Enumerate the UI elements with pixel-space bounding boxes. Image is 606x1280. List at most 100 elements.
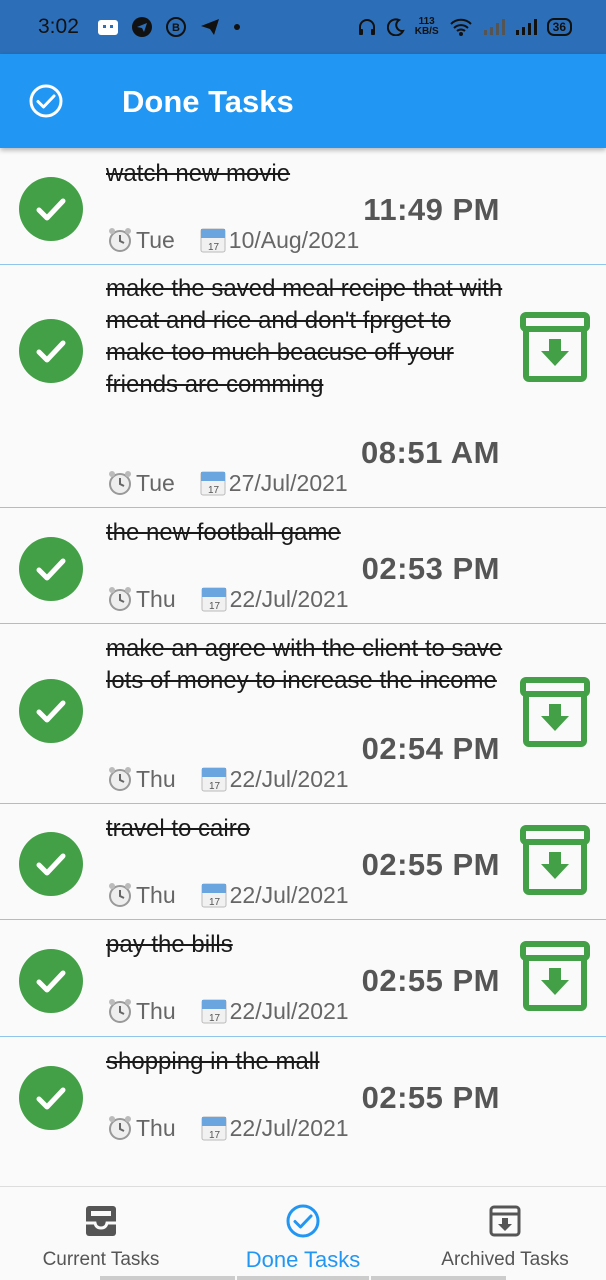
task-item[interactable]: travel to cairo 02:55 PM Thu 17 22/Jul/2… [0, 804, 606, 920]
done-check-icon [19, 319, 83, 383]
calendar-icon: 17 [200, 881, 228, 909]
telegram-icon [131, 16, 153, 38]
signal-icon-2 [515, 18, 537, 36]
nav-current-tasks[interactable]: Current Tasks [0, 1187, 202, 1280]
archive-icon[interactable] [519, 824, 591, 896]
calendar-icon: 17 [199, 226, 227, 254]
task-item[interactable]: watch new movie 11:49 PM Tue 17 10/Aug/2… [0, 148, 606, 265]
android-icon [97, 18, 119, 36]
task-date: 22/Jul/2021 [229, 585, 349, 612]
svg-text:17: 17 [208, 485, 220, 496]
task-title: the new football game [106, 519, 341, 546]
task-day: Thu [136, 585, 176, 612]
archive-icon[interactable] [519, 940, 591, 1012]
task-date: 22/Jul/2021 [229, 765, 349, 792]
alarm-clock-icon [106, 765, 134, 793]
archive-icon [489, 1205, 521, 1237]
done-check-icon [19, 949, 83, 1013]
task-date: 22/Jul/2021 [229, 1114, 349, 1141]
calendar-icon: 17 [200, 997, 228, 1025]
task-item[interactable]: the new football game 02:53 PM Thu 17 22… [0, 508, 606, 624]
task-day: Tue [136, 226, 175, 253]
svg-text:17: 17 [209, 781, 221, 792]
task-day: Tue [136, 469, 175, 496]
nav-label-done-tasks: Done Tasks [245, 1247, 361, 1272]
svg-text:17: 17 [209, 1013, 221, 1024]
done-check-icon [19, 679, 83, 743]
alarm-clock-icon [106, 469, 134, 497]
wifi-icon [449, 17, 473, 37]
task-time: 02:55 PM [361, 1080, 500, 1115]
calendar-icon: 17 [200, 585, 228, 613]
nav-label-current-tasks: Current Tasks [42, 1249, 160, 1270]
task-title: make an agree with the client to save lo… [106, 635, 503, 694]
inbox-icon [86, 1206, 116, 1236]
svg-text:17: 17 [209, 601, 221, 612]
b-badge-icon: B [165, 16, 187, 38]
send-icon [199, 17, 221, 37]
task-item[interactable]: shopping in the mall 02:55 PM Thu 17 22/… [0, 1037, 606, 1157]
svg-text:17: 17 [209, 1130, 221, 1141]
task-meta: Thu 17 22/Jul/2021 [106, 765, 349, 793]
task-time: 02:54 PM [361, 731, 500, 766]
task-meta: Thu 17 22/Jul/2021 [106, 881, 349, 909]
battery-indicator: 36 [546, 18, 572, 36]
dot-icon [233, 23, 241, 31]
task-meta: Thu 17 22/Jul/2021 [106, 997, 349, 1025]
app-bar: Done Tasks [0, 54, 606, 148]
task-item[interactable]: pay the bills 02:55 PM Thu 17 22/Jul/202… [0, 920, 606, 1037]
alarm-clock-icon [106, 1114, 134, 1142]
task-time: 02:55 PM [361, 847, 500, 882]
network-speed: 113 KB/S [415, 17, 439, 37]
nav-archived-tasks[interactable]: Archived Tasks [404, 1187, 606, 1280]
task-date: 10/Aug/2021 [228, 226, 360, 253]
calendar-icon: 17 [200, 1114, 228, 1142]
task-title: pay the bills [106, 931, 233, 958]
svg-text:17: 17 [208, 242, 220, 253]
bottom-navigation: Current Tasks Done Tasks Archived Tasks [0, 1186, 606, 1280]
task-day: Thu [136, 997, 176, 1024]
svg-text:B: B [172, 22, 180, 34]
done-check-icon [19, 1066, 83, 1130]
task-time: 02:53 PM [361, 551, 500, 586]
alarm-clock-icon [106, 881, 134, 909]
task-title: shopping in the mall [106, 1048, 320, 1075]
task-day: Thu [136, 881, 176, 908]
task-item[interactable]: make an agree with the client to save lo… [0, 624, 606, 804]
gesture-bar-right [371, 1276, 506, 1280]
svg-text:17: 17 [209, 897, 221, 908]
done-check-icon [19, 832, 83, 896]
done-check-icon [19, 537, 83, 601]
task-day: Thu [136, 1114, 176, 1141]
task-date: 22/Jul/2021 [229, 881, 349, 908]
alarm-clock-icon [106, 585, 134, 613]
task-time: 08:51 AM [361, 435, 500, 470]
task-day: Thu [136, 765, 176, 792]
net-speed-unit: KB/S [414, 26, 439, 37]
task-item[interactable]: make the saved meal recipe that with mea… [0, 265, 606, 508]
check-circle-icon [29, 84, 63, 118]
task-title: watch new movie [106, 160, 291, 187]
nav-done-tasks[interactable]: Done Tasks [202, 1187, 404, 1280]
page-title: Done Tasks [122, 84, 294, 119]
gesture-bar-left [100, 1276, 235, 1280]
task-title: make the saved meal recipe that with mea… [106, 275, 503, 398]
archive-icon[interactable] [519, 311, 591, 383]
nav-label-archived-tasks: Archived Tasks [441, 1249, 569, 1270]
task-date: 22/Jul/2021 [229, 997, 349, 1024]
done-check-icon [19, 177, 83, 241]
task-date: 27/Jul/2021 [228, 469, 348, 496]
headphones-icon [357, 17, 377, 37]
check-circle-icon [286, 1204, 320, 1238]
status-left: 3:02 B [38, 15, 241, 39]
moon-icon [386, 18, 405, 36]
task-meta: Tue 17 27/Jul/2021 [106, 469, 348, 497]
signal-icon [483, 18, 505, 36]
task-meta: Tue 17 10/Aug/2021 [106, 226, 359, 254]
archive-icon[interactable] [519, 676, 591, 748]
status-time: 3:02 [38, 15, 79, 38]
status-bar: 3:02 B 113 KB/S 36 [0, 0, 606, 54]
status-right: 113 KB/S 36 [357, 17, 572, 37]
task-meta: Thu 17 22/Jul/2021 [106, 1114, 349, 1142]
alarm-clock-icon [106, 997, 134, 1025]
